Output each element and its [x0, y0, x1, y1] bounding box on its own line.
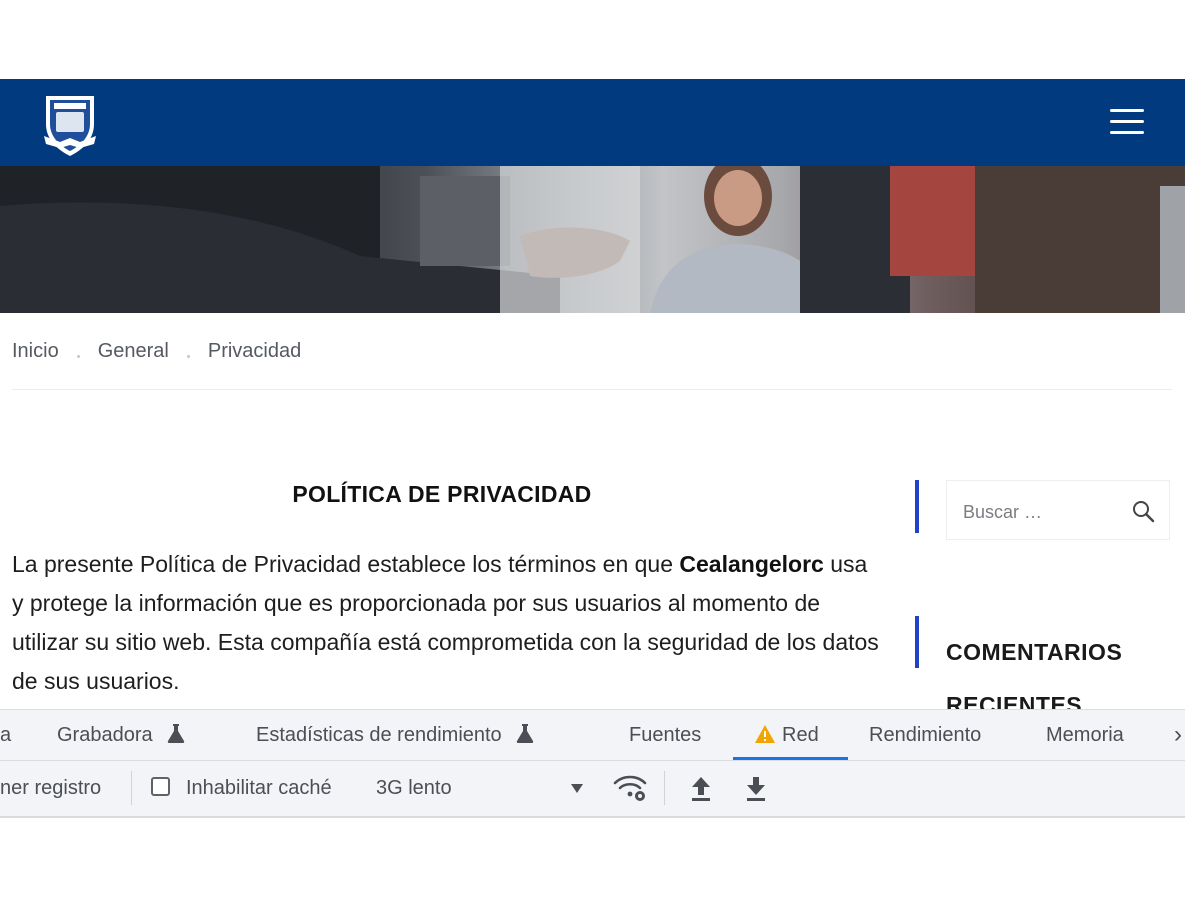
breadcrumb-general[interactable]: General	[98, 340, 169, 363]
breadcrumb-privacidad: Privacidad	[207, 339, 302, 362]
comments-accent-bar	[915, 616, 919, 668]
top-whitespace	[0, 0, 1185, 79]
more-tabs-chevron-icon[interactable]: ›	[1174, 710, 1182, 760]
tab-performance[interactable]: Rendimiento	[869, 710, 981, 760]
tab-sources[interactable]: Fuentes	[629, 710, 701, 760]
disable-cache-label[interactable]: Inhabilitar caché	[186, 777, 332, 800]
tab-network[interactable]: Red	[754, 710, 819, 760]
page-title: POLÍTICA DE PRIVACIDAD	[292, 481, 592, 507]
breadcrumb-divider	[12, 389, 1172, 390]
site-header	[0, 79, 1185, 166]
tab-performance-insights[interactable]: Estadísticas de rendimiento	[256, 710, 535, 760]
warning-icon	[755, 725, 775, 743]
classroom-photo	[0, 166, 1185, 313]
school-crest-logo[interactable]	[38, 90, 102, 158]
flask-icon	[167, 724, 185, 743]
network-conditions-icon[interactable]	[612, 773, 648, 803]
breadcrumb-inicio[interactable]: Inicio	[12, 340, 59, 363]
tab-performance-insights-label: Estadísticas de rendimiento	[256, 724, 502, 746]
tab-network-label: Red	[782, 724, 819, 746]
hamburger-menu-icon[interactable]	[1110, 109, 1148, 137]
dropdown-arrow-icon[interactable]	[569, 781, 585, 795]
import-har-icon[interactable]	[689, 775, 713, 803]
devtools-tab-strip: a Grabadora Estadísticas de rendimiento …	[0, 709, 1185, 760]
article-text-part1: La presente Política de Privacidad estab…	[12, 551, 680, 577]
toolbar-separator	[131, 771, 132, 805]
search-accent-bar	[915, 480, 919, 533]
search-input[interactable]	[961, 497, 1125, 527]
recent-comments-line1: COMENTARIOS	[946, 639, 1123, 665]
search-icon[interactable]	[1130, 498, 1156, 524]
breadcrumb: Inicio General Privacidad	[12, 338, 301, 364]
hero-banner-image	[0, 166, 1185, 313]
tab-partial[interactable]: a	[0, 710, 11, 760]
throttling-select[interactable]: 3G lento	[376, 777, 452, 800]
disable-cache-checkbox[interactable]	[151, 777, 170, 796]
tab-memory[interactable]: Memoria	[1046, 710, 1124, 760]
flask-icon	[517, 724, 534, 743]
tab-recorder[interactable]: Grabadora	[57, 710, 186, 760]
article-body: La presente Política de Privacidad estab…	[12, 545, 882, 701]
tab-recorder-label: Grabadora	[57, 724, 153, 746]
company-name: Cealangelorc	[679, 551, 824, 577]
breadcrumb-separator	[186, 354, 190, 358]
breadcrumb-separator	[76, 354, 80, 358]
toolbar-separator	[664, 771, 665, 805]
preserve-log-label[interactable]: ner registro	[0, 777, 101, 800]
network-toolbar: ner registro Inhabilitar caché 3G lento	[0, 760, 1185, 818]
export-har-icon[interactable]	[744, 775, 768, 803]
